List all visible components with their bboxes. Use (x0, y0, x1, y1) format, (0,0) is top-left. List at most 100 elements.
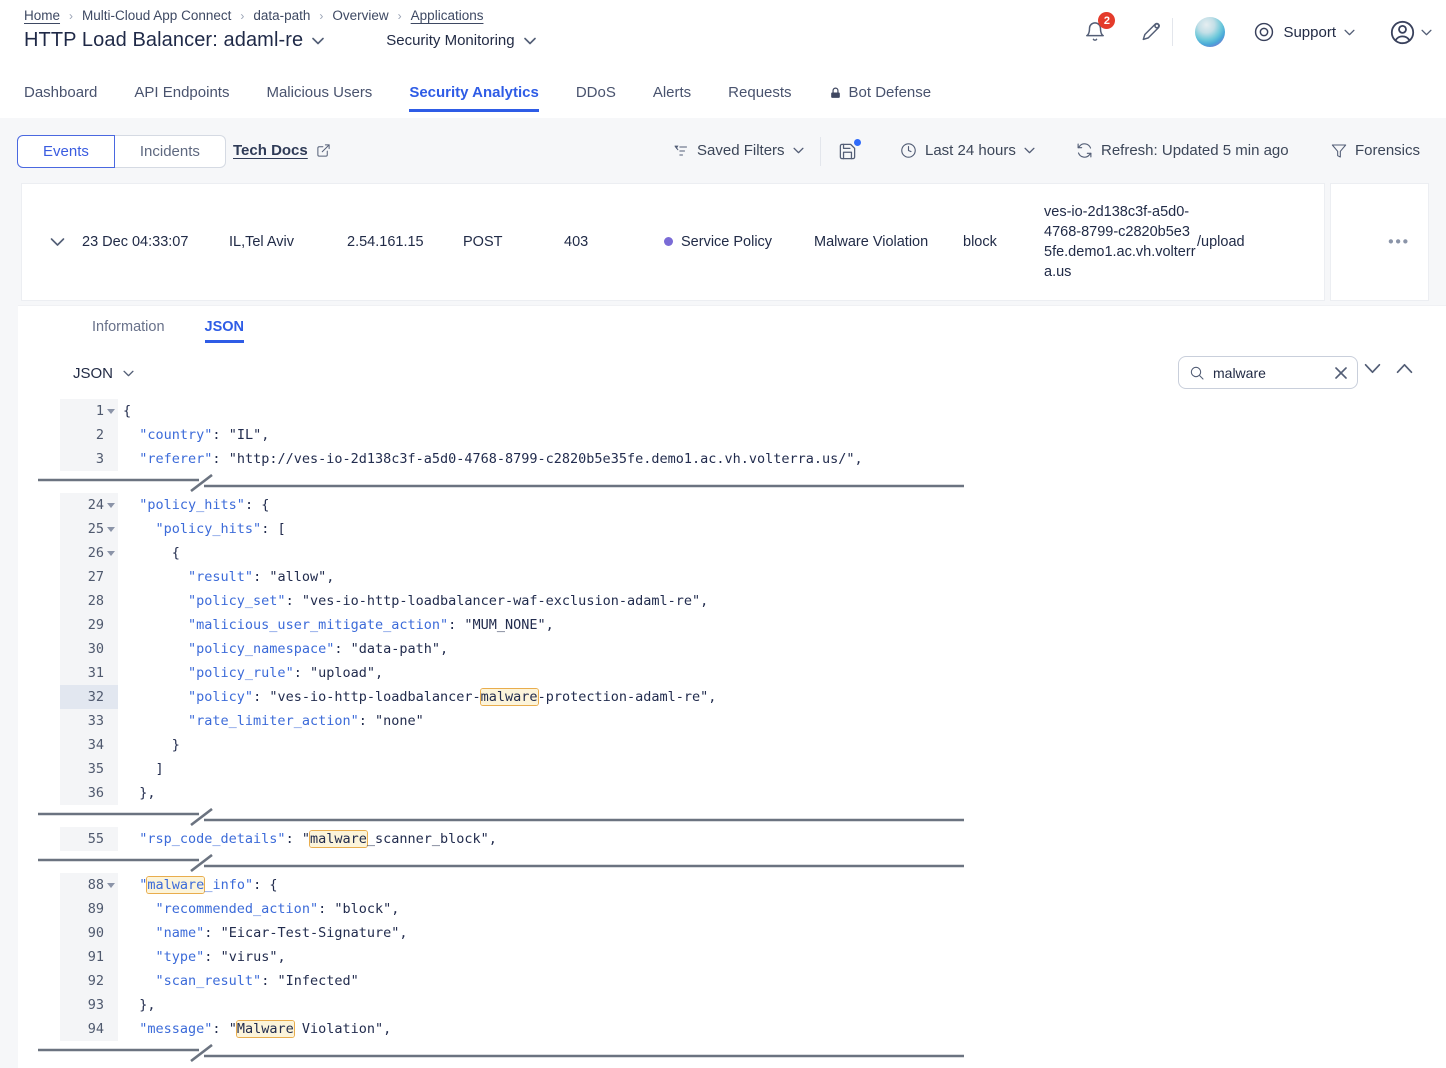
line-number-gutter: 92 (60, 969, 118, 993)
event-row[interactable]: 23 Dec 04:33:07 IL,Tel Aviv 2.54.161.15 … (21, 183, 1325, 301)
save-filter-button[interactable] (838, 142, 857, 161)
nav-tab-malicious-users[interactable]: Malicious Users (266, 84, 372, 112)
expand-row-icon[interactable] (50, 238, 65, 247)
code-line-31: 31 "policy_rule": "upload", (18, 661, 1446, 685)
line-number-gutter: 34 (60, 733, 118, 757)
line-number-gutter: 2 (60, 423, 118, 447)
code-line-3: 3 "referer": "http://ves-io-2d138c3f-a5d… (18, 447, 1446, 471)
json-format-dropdown[interactable]: JSON (73, 365, 134, 382)
previous-match-icon[interactable] (1396, 363, 1413, 374)
code-line-26: 26 { (18, 541, 1446, 565)
line-number-gutter: 89 (60, 897, 118, 921)
breadcrumb-separator: › (319, 9, 323, 23)
time-range-dropdown[interactable]: Last 24 hours (900, 142, 1035, 159)
security-monitoring-selector[interactable]: Security Monitoring (386, 32, 514, 49)
line-number-gutter: 55 (60, 827, 118, 851)
event-rsp-code: 403 (564, 234, 588, 250)
line-number-gutter: 25 (60, 517, 118, 541)
nav-tabs: Dashboard API Endpoints Malicious Users Sec… (24, 84, 931, 112)
breadcrumb-item: Overview (332, 8, 388, 23)
json-search-box (1178, 356, 1358, 389)
fold-arrow-icon[interactable] (107, 409, 115, 414)
events-toggle-button[interactable]: Events (17, 135, 115, 168)
incidents-toggle-button[interactable]: Incidents (115, 135, 226, 168)
nav-tab-requests[interactable]: Requests (728, 84, 791, 112)
event-location: IL,Tel Aviv (229, 234, 294, 250)
account-menu[interactable] (1389, 19, 1432, 46)
code-line-2: 2 "country": "IL", (18, 423, 1446, 447)
saved-filters-dropdown[interactable]: Saved Filters (672, 142, 804, 159)
external-link-icon (316, 143, 331, 158)
support-menu[interactable]: Support (1253, 21, 1355, 43)
lifebuoy-icon (1253, 21, 1275, 43)
chevron-down-icon (1344, 29, 1355, 36)
fold-arrow-icon[interactable] (107, 527, 115, 532)
code-line-55: 55 "rsp_code_details": "malware_scanner_… (18, 827, 1446, 851)
line-number-gutter: 88 (60, 873, 118, 897)
content-area: Events Incidents Tech Docs Saved Filters… (0, 118, 1446, 1068)
clear-search-icon[interactable] (1335, 367, 1347, 379)
nav-tab-ddos[interactable]: DDoS (576, 84, 616, 112)
tab-json[interactable]: JSON (205, 319, 245, 343)
forensics-button[interactable]: Forensics (1331, 142, 1420, 159)
breadcrumb-separator: › (69, 9, 73, 23)
notification-badge: 2 (1098, 12, 1115, 29)
code-line-35: 35 ] (18, 757, 1446, 781)
code-line-89: 89 "recommended_action": "block", (18, 897, 1446, 921)
refresh-button[interactable]: Refresh: Updated 5 min ago (1076, 142, 1289, 159)
filter-lines-icon (672, 143, 689, 159)
nav-tab-api-endpoints[interactable]: API Endpoints (134, 84, 229, 112)
nav-tab-dashboard[interactable]: Dashboard (24, 84, 97, 112)
chevron-down-icon (1421, 29, 1432, 36)
event-path: /upload (1197, 234, 1245, 250)
lock-icon (829, 86, 842, 100)
ai-assistant-icon[interactable] (1195, 17, 1225, 47)
nav-tab-bot-defense[interactable]: Bot Defense (829, 84, 932, 112)
chevron-down-icon (793, 147, 804, 154)
title-row: HTTP Load Balancer: adaml-re Security Mo… (24, 29, 536, 52)
line-number-gutter: 26 (60, 541, 118, 565)
chevron-down-icon[interactable] (312, 37, 324, 45)
code-line-27: 27 "result": "allow", (18, 565, 1446, 589)
collapsed-lines-indicator (18, 1041, 1446, 1063)
code-line-90: 90 "name": "Eicar-Test-Signature", (18, 921, 1446, 945)
code-line-24: 24 "policy_hits": { (18, 493, 1446, 517)
page-header: Home›Multi-Cloud App Connect›data-path›O… (0, 0, 1446, 118)
fold-arrow-icon[interactable] (107, 551, 115, 556)
nav-tab-alerts[interactable]: Alerts (653, 84, 691, 112)
line-number-gutter: 24 (60, 493, 118, 517)
code-line-88: 88 "malware_info": { (18, 873, 1446, 897)
chevron-down-icon (123, 370, 134, 377)
line-number-gutter: 3 (60, 447, 118, 471)
fold-arrow-icon[interactable] (107, 503, 115, 508)
next-match-icon[interactable] (1364, 363, 1381, 374)
breadcrumb-separator: › (240, 9, 244, 23)
tab-information[interactable]: Information (92, 319, 165, 343)
collapsed-lines-indicator (18, 851, 1446, 873)
breadcrumb-item[interactable]: Applications (411, 8, 484, 23)
breadcrumb-item: Multi-Cloud App Connect (82, 8, 231, 23)
line-number-gutter: 27 (60, 565, 118, 589)
code-line-33: 33 "rate_limiter_action": "none" (18, 709, 1446, 733)
brush-icon[interactable] (1140, 21, 1162, 43)
code-line-92: 92 "scan_result": "Infected" (18, 969, 1446, 993)
json-search-input[interactable] (1213, 365, 1327, 381)
detail-tabs: Information JSON (92, 319, 244, 343)
chevron-down-icon[interactable] (524, 37, 536, 45)
event-action: block (963, 234, 997, 250)
tech-docs-link[interactable]: Tech Docs (233, 142, 331, 159)
more-actions-button[interactable]: ••• (1388, 234, 1410, 251)
notifications-button[interactable]: 2 (1084, 20, 1106, 44)
breadcrumb-item[interactable]: Home (24, 8, 60, 23)
fold-arrow-icon[interactable] (107, 883, 115, 888)
line-number-gutter: 93 (60, 993, 118, 1017)
code-line-34: 34 } (18, 733, 1446, 757)
line-number-gutter: 91 (60, 945, 118, 969)
code-line-25: 25 "policy_hits": [ (18, 517, 1446, 541)
event-actions-cell: ••• (1330, 183, 1429, 301)
code-line-29: 29 "malicious_user_mitigate_action": "MU… (18, 613, 1446, 637)
line-number-gutter: 32 (60, 685, 118, 709)
line-number-gutter: 29 (60, 613, 118, 637)
nav-tab-security-analytics[interactable]: Security Analytics (409, 84, 539, 112)
page-title: HTTP Load Balancer: adaml-re (24, 29, 303, 52)
